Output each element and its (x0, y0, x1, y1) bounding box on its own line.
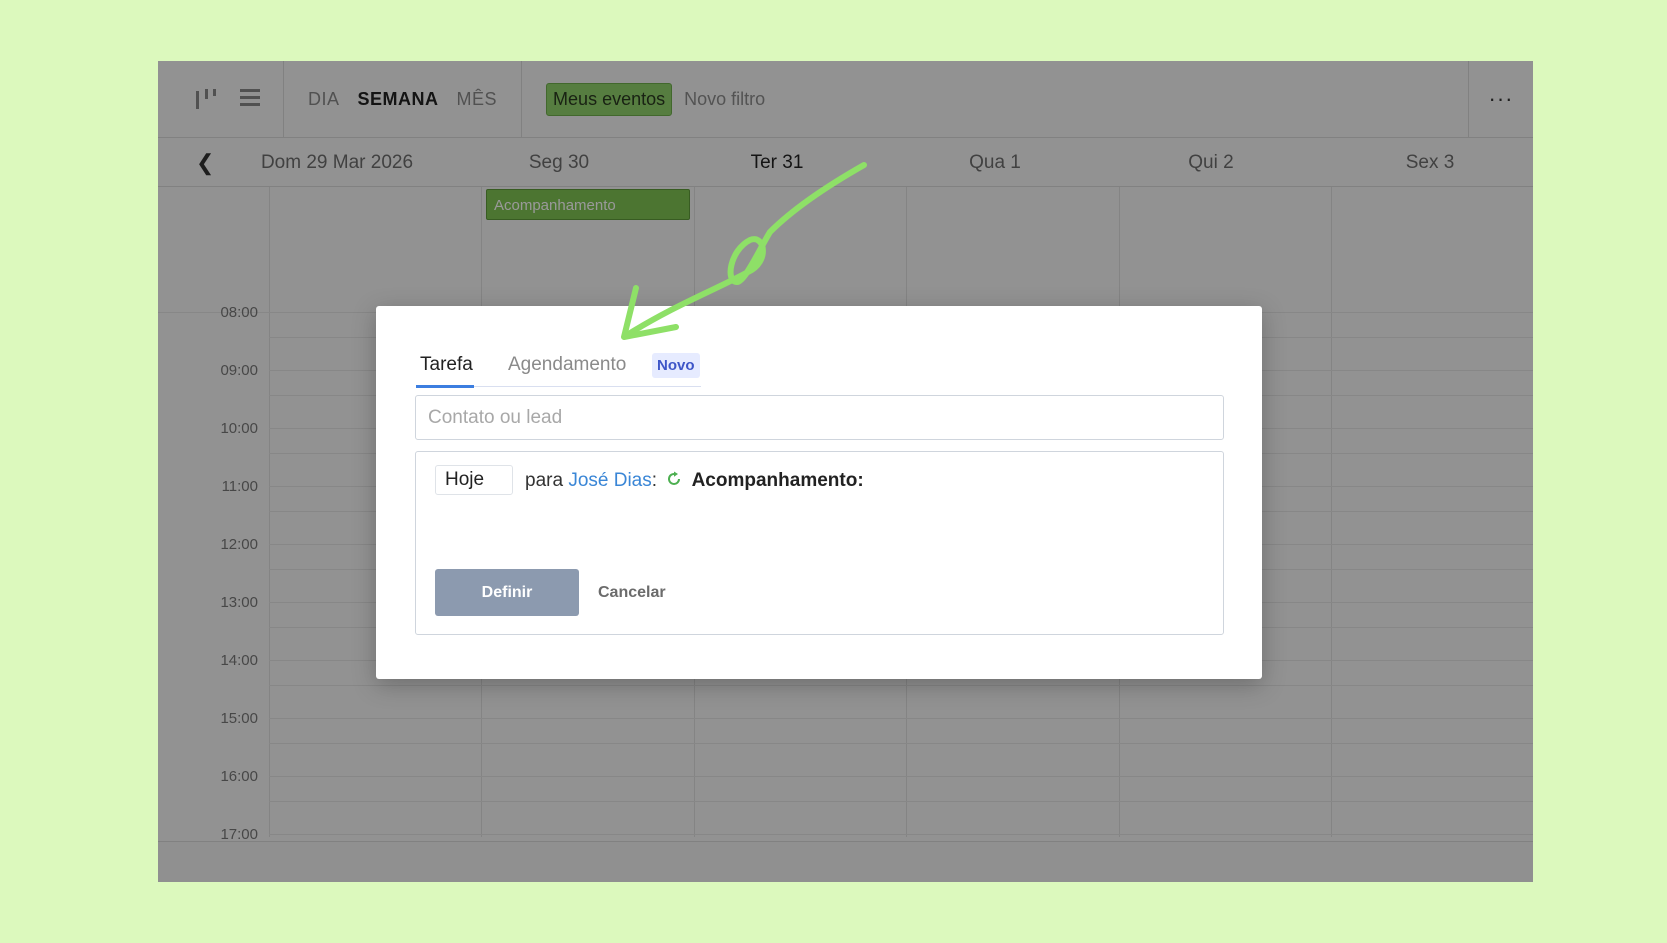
task-summary: para José Dias: Acompanhamento: (525, 470, 864, 492)
active-tab-indicator (416, 385, 474, 388)
task-type[interactable]: Acompanhamento: (692, 470, 864, 491)
for-label: para (525, 470, 564, 491)
new-badge: Novo (652, 353, 700, 378)
due-date-selector[interactable]: Hoje (435, 465, 513, 495)
assignee-link[interactable]: José Dias (568, 470, 651, 491)
cancel-button[interactable]: Cancelar (598, 584, 666, 602)
tab-schedule[interactable]: Agendamento (508, 354, 626, 376)
define-button[interactable]: Definir (435, 569, 579, 616)
dialog-tabs: Tarefa Agendamento Novo (416, 346, 701, 388)
contact-or-lead-input[interactable] (415, 395, 1224, 440)
new-task-dialog: Tarefa Agendamento Novo Hoje para José D… (376, 306, 1262, 679)
colon: : (651, 470, 658, 491)
refresh-icon[interactable] (666, 471, 682, 487)
tab-task[interactable]: Tarefa (420, 354, 473, 376)
task-editor: Hoje para José Dias: Acompanhamento: Def… (415, 451, 1224, 635)
